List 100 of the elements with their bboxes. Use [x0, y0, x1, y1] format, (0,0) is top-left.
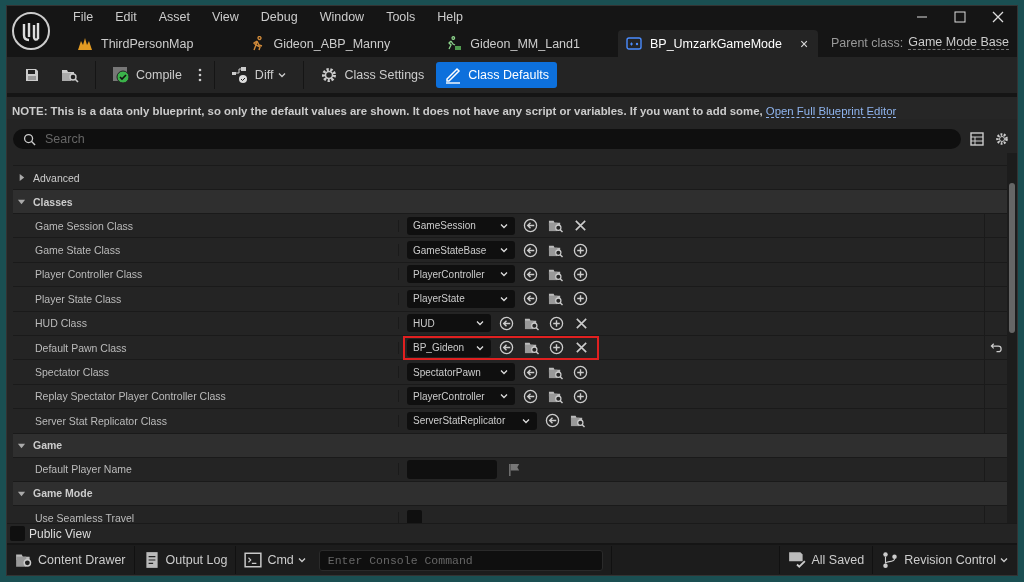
use-selected-icon[interactable] — [523, 364, 538, 380]
reset-arrow-icon[interactable] — [989, 341, 1003, 355]
class-settings-button[interactable]: Class Settings — [312, 62, 433, 88]
browse-icon[interactable] — [570, 413, 585, 429]
class-dropdown[interactable]: GameStateBase — [407, 241, 515, 260]
add-icon[interactable] — [573, 364, 588, 380]
search-icon — [23, 132, 36, 146]
use-selected-icon[interactable] — [523, 388, 538, 404]
class-dropdown[interactable]: SpectatorPawn — [407, 363, 515, 382]
search-field[interactable]: Search — [13, 129, 961, 149]
property-label: Use Seamless Travel — [13, 511, 399, 523]
terminal-icon — [244, 551, 263, 569]
scrollbar-thumb[interactable] — [1009, 183, 1015, 333]
category-label[interactable]: Advanced — [33, 171, 80, 184]
open-editor-link[interactable]: Open Full Blueprint Editor — [765, 105, 897, 118]
saved-icon — [788, 551, 807, 569]
class-dropdown[interactable]: GameSession — [407, 216, 515, 235]
class-dropdown[interactable]: ServerStatReplicator — [407, 411, 537, 430]
use-selected-icon[interactable] — [523, 242, 538, 258]
pencil-icon — [444, 66, 463, 84]
options-icon[interactable] — [197, 67, 202, 83]
save-icon[interactable] — [23, 67, 41, 83]
cmd-button[interactable]: Cmd — [236, 546, 315, 574]
class-dropdown[interactable]: HUD — [407, 314, 491, 333]
table-icon[interactable] — [970, 132, 984, 146]
compile-button[interactable]: Compile — [104, 62, 190, 88]
document-tab[interactable]: Gideon_MM_Land1 — [428, 30, 588, 57]
category-label[interactable]: Game — [33, 439, 63, 451]
property-label: Spectator Class — [13, 366, 399, 379]
diff-button[interactable]: Diff — [222, 62, 296, 88]
parent-class-link[interactable]: Game Mode Base — [908, 35, 1009, 50]
console-input[interactable]: Enter Console Command — [318, 549, 603, 571]
tab-label: ThirdPersonMap — [101, 36, 194, 51]
browse-icon[interactable] — [61, 67, 79, 83]
add-icon[interactable] — [549, 315, 564, 331]
property-label: Default Player Name — [13, 463, 399, 476]
revision-control-button[interactable]: Revision Control — [873, 546, 1017, 574]
browse-icon[interactable] — [548, 267, 563, 282]
close-icon[interactable] — [991, 10, 1005, 24]
use-selected-icon[interactable] — [523, 218, 538, 234]
clear-icon[interactable] — [574, 340, 589, 356]
add-icon[interactable] — [573, 291, 588, 307]
public-view-label: Public View — [29, 526, 91, 541]
engine-logo[interactable] — [11, 11, 51, 51]
gamepad-icon — [625, 35, 642, 52]
property-label: Replay Spectator Player Controller Class — [13, 390, 399, 403]
clear-icon[interactable] — [573, 218, 588, 234]
running-figure-icon — [446, 35, 463, 52]
close-tab-button[interactable]: × — [799, 35, 809, 52]
category-label[interactable]: Classes — [33, 195, 73, 208]
menu-item[interactable]: Tools — [386, 10, 416, 24]
settings-icon[interactable] — [995, 132, 1009, 146]
browse-icon[interactable] — [548, 291, 563, 307]
class-defaults-button[interactable]: Class Defaults — [436, 62, 557, 88]
use-selected-icon[interactable] — [523, 291, 538, 307]
menu-item[interactable]: View — [211, 10, 239, 24]
document-tab[interactable]: Gideon_ABP_Manny — [231, 30, 399, 57]
add-icon[interactable] — [573, 242, 588, 258]
clear-icon[interactable] — [574, 315, 589, 331]
note-text: NOTE: This is a data only blueprint, so only the default values are shown. It does not have any script or variables. If you want to add some, Open Full Blueprint Editor — [12, 105, 897, 118]
maximize-icon[interactable] — [953, 10, 967, 24]
class-dropdown[interactable]: PlayerState — [407, 289, 515, 308]
use-selected-icon[interactable] — [499, 340, 514, 356]
expander-icon[interactable] — [17, 173, 26, 182]
category-label[interactable]: Game Mode — [33, 487, 93, 500]
class-dropdown[interactable]: BP_Gideon — [407, 338, 491, 357]
property-label: Default Pawn Class — [13, 341, 399, 354]
branch-icon — [881, 551, 900, 569]
property-label: Player State Class — [13, 292, 399, 305]
parent-class-label: Parent class: — [831, 35, 904, 50]
search-input[interactable]: Search — [43, 131, 951, 147]
menu-item[interactable]: Help — [437, 10, 464, 24]
class-dropdown[interactable]: PlayerController — [407, 265, 515, 284]
browse-icon[interactable] — [524, 340, 539, 356]
expander-icon[interactable] — [17, 197, 26, 206]
menu-item[interactable]: Window — [319, 10, 365, 24]
class-dropdown[interactable]: PlayerController — [407, 387, 515, 406]
browse-icon[interactable] — [548, 218, 563, 234]
menu-item[interactable]: Debug — [260, 10, 298, 24]
output-log-button[interactable]: Output Log — [134, 546, 236, 574]
property-label: Player Controller Class — [13, 268, 399, 281]
use-selected-icon[interactable] — [545, 413, 560, 429]
caret-icon — [277, 70, 288, 80]
property-label: Game State Class — [13, 244, 399, 257]
use-selected-icon[interactable] — [523, 267, 538, 282]
menu-item[interactable]: File — [73, 10, 94, 24]
use-selected-icon[interactable] — [499, 315, 514, 331]
flag-icon[interactable] — [507, 461, 522, 477]
all-saved-button[interactable]: All Saved — [780, 546, 873, 574]
menu-item[interactable]: Edit — [115, 10, 137, 24]
property-label: HUD Class — [13, 317, 399, 330]
tab-label: Gideon_ABP_Manny — [273, 36, 391, 51]
document-tab[interactable]: BP_UmzarkGameMode × — [617, 30, 819, 57]
caret-icon — [296, 555, 307, 565]
content-drawer-button[interactable]: Content Drawer — [7, 546, 134, 574]
add-icon[interactable] — [549, 340, 564, 356]
document-tab[interactable]: ThirdPersonMap — [59, 30, 202, 57]
add-icon[interactable] — [573, 388, 588, 404]
menu-item[interactable]: Asset — [158, 10, 190, 24]
add-icon[interactable] — [573, 267, 588, 282]
